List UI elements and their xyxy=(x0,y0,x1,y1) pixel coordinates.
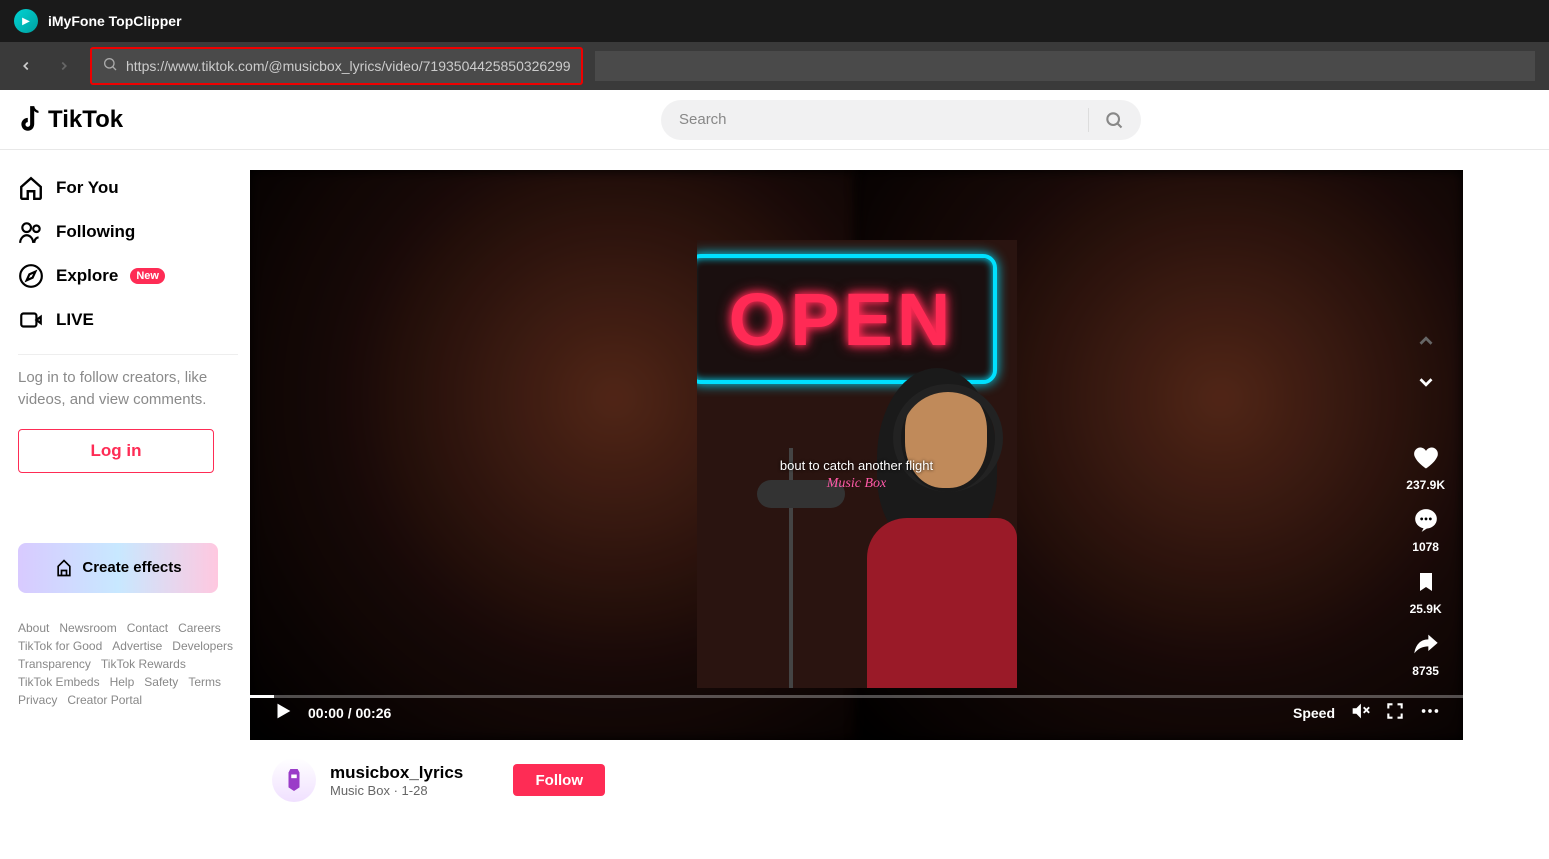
next-video-button[interactable] xyxy=(1415,371,1437,398)
login-prompt-text: Log in to follow creators, like videos, … xyxy=(18,367,238,411)
sidebar-item-following[interactable]: Following xyxy=(18,210,238,254)
app-title: iMyFone TopClipper xyxy=(48,13,182,29)
browser-navbar: https://www.tiktok.com/@musicbox_lyrics/… xyxy=(0,42,1549,90)
footer-links: About Newsroom Contact Careers TikTok fo… xyxy=(18,621,238,707)
time-total: 00:26 xyxy=(355,705,391,721)
video-controls: 00:00 / 00:26 Speed xyxy=(250,698,1463,728)
user-meta: Music Box · 1-28 xyxy=(330,783,463,798)
footer-link[interactable]: Transparency xyxy=(18,657,91,671)
like-count: 237.9K xyxy=(1406,478,1445,492)
nav-forward-button[interactable] xyxy=(52,54,76,78)
bookmark-button[interactable]: 25.9K xyxy=(1410,568,1442,616)
sidebar-item-label: For You xyxy=(56,178,119,198)
share-button[interactable]: 8735 xyxy=(1412,630,1440,678)
compass-icon xyxy=(18,263,44,289)
footer-link[interactable]: Terms xyxy=(188,675,221,689)
footer-link[interactable]: Developers xyxy=(172,639,233,653)
new-badge: New xyxy=(130,268,165,284)
main-content: OPEN bout to catch another flight Music … xyxy=(250,150,1549,859)
video-meta-row: musicbox_lyrics Music Box · 1-28 Follow xyxy=(250,740,1463,802)
footer-link[interactable]: Careers xyxy=(178,621,221,635)
login-button[interactable]: Log in xyxy=(18,429,214,473)
heart-icon xyxy=(1412,444,1440,472)
footer-link[interactable]: Privacy xyxy=(18,693,57,707)
sidebar-item-live[interactable]: LIVE xyxy=(18,298,238,342)
search-divider xyxy=(1088,108,1089,132)
video-player[interactable]: OPEN bout to catch another flight Music … xyxy=(250,170,1463,740)
comment-icon xyxy=(1412,506,1440,534)
sidebar-item-foryou[interactable]: For You xyxy=(18,166,238,210)
follow-button[interactable]: Follow xyxy=(513,764,605,796)
footer-link[interactable]: Newsroom xyxy=(59,621,116,635)
mute-button[interactable] xyxy=(1349,700,1371,727)
search-input[interactable] xyxy=(679,111,1084,128)
video-watermark: Music Box xyxy=(827,476,886,492)
footer-link[interactable]: Safety xyxy=(144,675,178,689)
sidebar-item-label: LIVE xyxy=(56,310,94,330)
footer-link[interactable]: TikTok for Good xyxy=(18,639,102,653)
navbar-extension xyxy=(595,51,1535,81)
speed-button[interactable]: Speed xyxy=(1293,705,1335,721)
footer-link[interactable]: Advertise xyxy=(112,639,162,653)
sidebar-item-label: Following xyxy=(56,222,135,242)
time-current: 00:00 xyxy=(308,705,344,721)
share-icon xyxy=(1412,630,1440,658)
comment-button[interactable]: 1078 xyxy=(1412,506,1440,554)
sidebar-item-explore[interactable]: Explore New xyxy=(18,254,238,298)
tiktok-note-icon xyxy=(18,105,44,135)
home-icon xyxy=(18,175,44,201)
tiktok-logo[interactable]: TikTok xyxy=(18,105,123,135)
video-side-actions: 237.9K 1078 25.9K 8735 xyxy=(1406,330,1445,678)
nav-back-button[interactable] xyxy=(14,54,38,78)
live-icon xyxy=(18,307,44,333)
video-caption: bout to catch another flight xyxy=(780,458,933,473)
share-count: 8735 xyxy=(1412,664,1439,678)
play-button[interactable] xyxy=(272,700,294,727)
person xyxy=(837,348,1017,688)
footer-link[interactable]: Creator Portal xyxy=(67,693,142,707)
search-button[interactable] xyxy=(1093,102,1135,138)
footer-link[interactable]: TikTok Embeds xyxy=(18,675,100,689)
avatar-icon xyxy=(283,767,305,793)
username[interactable]: musicbox_lyrics xyxy=(330,763,463,783)
fullscreen-button[interactable] xyxy=(1385,701,1405,726)
comment-count: 1078 xyxy=(1412,540,1439,554)
tiktok-logo-text: TikTok xyxy=(48,106,123,134)
more-options-button[interactable] xyxy=(1419,700,1441,727)
people-icon xyxy=(18,219,44,245)
effects-icon xyxy=(54,558,74,578)
search-bar[interactable] xyxy=(661,100,1141,140)
sidebar-item-label: Explore xyxy=(56,266,118,286)
footer-link[interactable]: About xyxy=(18,621,49,635)
time-display: 00:00 / 00:26 xyxy=(308,705,391,721)
bookmark-icon xyxy=(1412,568,1440,596)
like-button[interactable]: 237.9K xyxy=(1406,444,1445,492)
bookmark-count: 25.9K xyxy=(1410,602,1442,616)
app-logo-icon xyxy=(14,9,38,33)
create-effects-button[interactable]: Create effects xyxy=(18,543,218,593)
prev-video-button[interactable] xyxy=(1415,330,1437,357)
footer-link[interactable]: Help xyxy=(110,675,135,689)
search-icon xyxy=(102,56,118,77)
footer-link[interactable]: TikTok Rewards xyxy=(101,657,186,671)
app-titlebar: iMyFone TopClipper xyxy=(0,0,1549,42)
url-bar[interactable]: https://www.tiktok.com/@musicbox_lyrics/… xyxy=(90,47,583,85)
page-header: TikTok xyxy=(0,90,1549,150)
sidebar: For You Following Explore New LIVE Log i… xyxy=(0,150,250,859)
footer-link[interactable]: Contact xyxy=(127,621,168,635)
create-effects-label: Create effects xyxy=(82,559,181,576)
user-avatar[interactable] xyxy=(272,758,316,802)
url-text: https://www.tiktok.com/@musicbox_lyrics/… xyxy=(126,58,571,74)
